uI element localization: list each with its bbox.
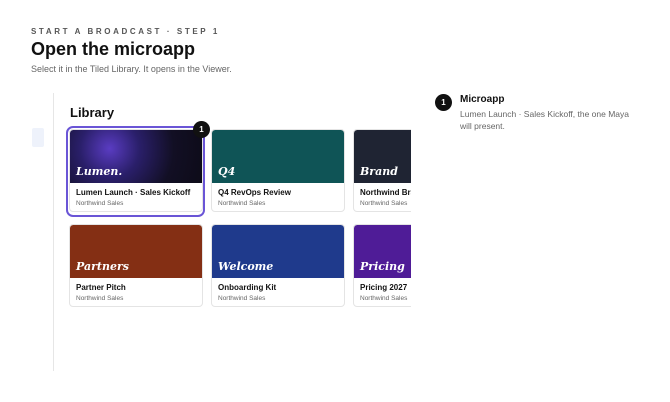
library-card-lumen-launch[interactable]: Lumen. Lumen Launch · Sales Kickoff Nort… xyxy=(69,129,203,212)
card-subtitle: Northwind Sales xyxy=(218,200,266,207)
card-thumbnail: Partners xyxy=(70,225,202,278)
library-title: Library xyxy=(70,105,115,120)
card-title: Onboarding Kit xyxy=(218,283,277,292)
card-thumbnail: Brand xyxy=(354,130,411,183)
card-title: Partner Pitch xyxy=(76,283,126,292)
thumbnail-wordmark: Pricing xyxy=(360,260,405,273)
card-title: Pricing 2027 xyxy=(360,283,408,292)
card-subtitle: Northwind Sales xyxy=(360,295,408,302)
eyebrow: START A BROADCAST · STEP 1 xyxy=(31,27,220,36)
library-card-northwind-brand[interactable]: Brand Northwind Brand Northwind Sales xyxy=(353,129,411,212)
card-subtitle: Northwind Sales xyxy=(218,295,266,302)
sidebar-tab[interactable] xyxy=(32,128,44,147)
library-card-partner-pitch[interactable]: Partners Partner Pitch Northwind Sales xyxy=(69,224,203,307)
callout-body: Lumen Launch · Sales Kickoff, the one Ma… xyxy=(460,109,629,131)
card-subtitle: Northwind Sales xyxy=(360,200,408,207)
thumbnail-wordmark: Lumen. xyxy=(76,165,123,178)
callout-title: Microapp xyxy=(460,94,505,105)
thumbnail-wordmark: Welcome xyxy=(218,260,274,273)
card-thumbnail: Q4 xyxy=(212,130,344,183)
card-thumbnail: Welcome xyxy=(212,225,344,278)
card-thumbnail: Pricing xyxy=(354,225,411,278)
card-subtitle: Northwind Sales xyxy=(76,295,124,302)
callout-number-marker: 1 xyxy=(435,94,452,111)
viewer-frame-divider xyxy=(53,93,54,371)
card-title: Lumen Launch · Sales Kickoff xyxy=(76,188,191,197)
page-title: Open the microapp xyxy=(31,39,196,59)
step-number-marker: 1 xyxy=(193,121,210,138)
thumbnail-wordmark: Brand xyxy=(360,165,398,178)
card-title: Northwind Brand xyxy=(360,188,411,197)
library-card-q4-revops-review[interactable]: Q4 Q4 RevOps Review Northwind Sales xyxy=(211,129,345,212)
thumbnail-wordmark: Q4 xyxy=(218,165,236,178)
page-subtitle: Select it in the Tiled Library. It opens… xyxy=(31,64,232,74)
card-thumbnail: Lumen. xyxy=(70,130,202,183)
card-title: Q4 RevOps Review xyxy=(218,188,291,197)
library-card-onboarding-kit[interactable]: Welcome Onboarding Kit Northwind Sales xyxy=(211,224,345,307)
library-card-pricing-2027[interactable]: Pricing Pricing 2027 Northwind Sales xyxy=(353,224,411,307)
thumbnail-wordmark: Partners xyxy=(76,260,129,273)
card-subtitle: Northwind Sales xyxy=(76,200,124,207)
library-panel: Library Lumen. Lumen Launch · Sales Kick… xyxy=(62,96,411,326)
